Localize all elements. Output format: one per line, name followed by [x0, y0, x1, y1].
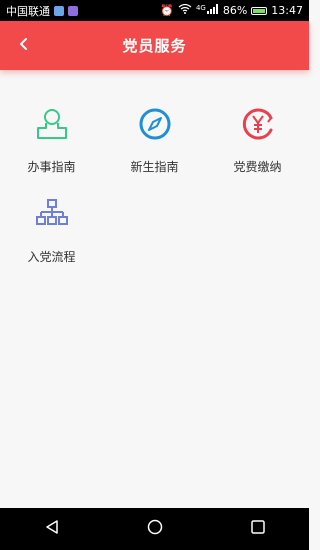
notification-app-icon: [54, 5, 64, 16]
menu-item-guide[interactable]: 办事指南: [0, 100, 103, 174]
menu-item-label: 党费缴纳: [233, 160, 282, 174]
signal-icon: [206, 4, 219, 17]
yuan-circle-icon: [240, 106, 276, 142]
menu-item-label: 办事指南: [27, 160, 76, 174]
status-bar: 中国联通 ⏰ 4G 86% 13:47: [0, 0, 309, 21]
square-recents-icon: [250, 519, 266, 539]
circle-home-icon: [147, 519, 163, 539]
status-left: 中国联通: [6, 3, 78, 19]
page-title: 党员服务: [122, 37, 187, 55]
signal-type-label: 4G: [195, 4, 206, 12]
menu-item-newcomer[interactable]: 新生指南: [103, 100, 206, 174]
recents-nav-button[interactable]: [243, 514, 273, 544]
triangle-back-icon: [44, 519, 60, 539]
battery-icon: [251, 6, 268, 15]
chevron-left-icon: [17, 36, 31, 55]
app-bar: 党员服务: [0, 21, 309, 70]
menu-item-label: 新生指南: [130, 160, 179, 174]
menu-item-label: 入党流程: [27, 250, 76, 264]
battery-percent: 86%: [222, 4, 248, 17]
menu-item-process[interactable]: 入党流程: [0, 190, 103, 264]
carrier-label: 中国联通: [6, 4, 50, 18]
home-nav-button[interactable]: [140, 514, 170, 544]
menu-item-dues[interactable]: 党费缴纳: [206, 100, 309, 174]
clock: 13:47: [271, 4, 303, 17]
back-nav-button[interactable]: [37, 514, 67, 544]
alarm-icon: ⏰: [160, 4, 174, 17]
navigation-bar: [0, 508, 309, 550]
back-button[interactable]: [10, 31, 38, 59]
compass-icon: [137, 106, 173, 142]
flowchart-icon: [34, 196, 70, 232]
status-right: ⏰ 4G 86% 13:47: [160, 3, 303, 17]
notification-app-icon: [68, 5, 78, 16]
user-icon: [34, 106, 70, 142]
wifi-icon: [178, 3, 192, 17]
service-menu: 办事指南 新生指南 党费缴纳 入党流程: [0, 100, 309, 264]
